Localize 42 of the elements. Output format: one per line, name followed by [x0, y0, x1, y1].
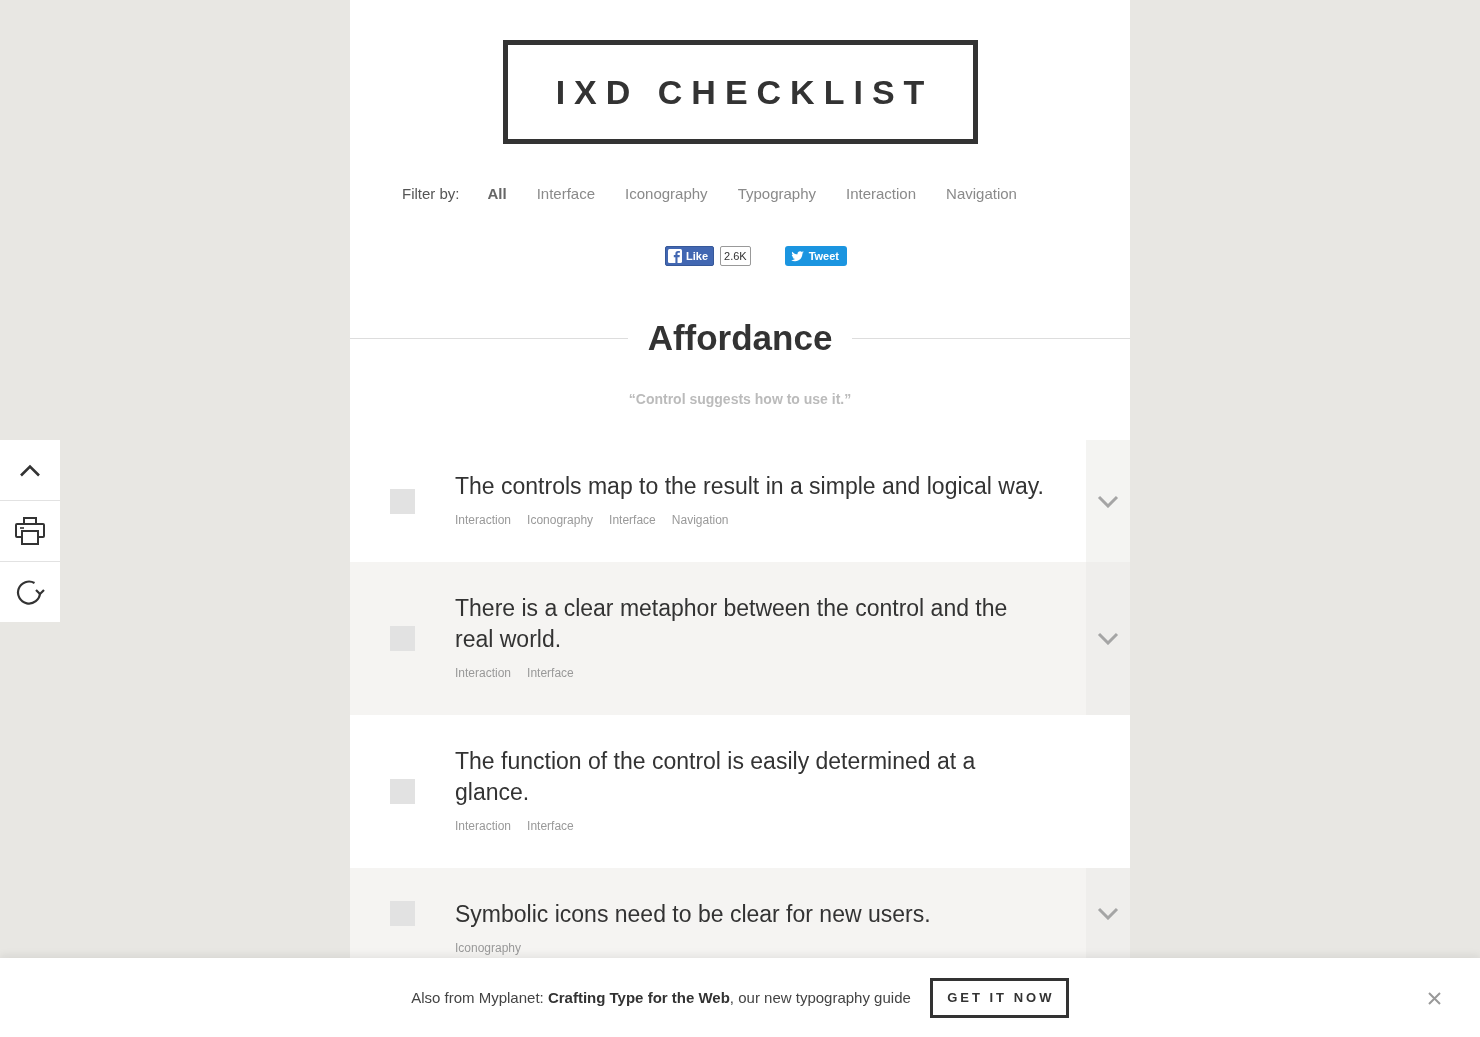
- item-text: The controls map to the result in a simple and logical way.: [455, 472, 1045, 501]
- filter-option[interactable]: Typography: [737, 184, 816, 204]
- like-count: 2.6K: [720, 246, 751, 266]
- site-title: IXD CHECKLIST: [502, 40, 978, 144]
- category-tag: Interaction: [455, 663, 512, 683]
- item-text: Symbolic icons need to be clear for new users.: [455, 900, 932, 929]
- chevron-up-icon: [19, 463, 41, 477]
- section-title: Affordance: [647, 317, 833, 359]
- category-tag: Interaction: [455, 816, 512, 836]
- expand-button[interactable]: [1086, 868, 1130, 958]
- category-tag: Iconography: [527, 510, 594, 530]
- expand-button[interactable]: [1086, 440, 1130, 562]
- chevron-down-icon: [1097, 494, 1119, 508]
- filter-option[interactable]: Interaction: [846, 184, 917, 204]
- checkbox[interactable]: [390, 779, 415, 804]
- close-icon: [1427, 991, 1441, 1005]
- filter-option[interactable]: All: [487, 184, 507, 204]
- item-text: The function of the control is easily determined at a glance.: [455, 747, 977, 807]
- category-tag: Interface: [527, 663, 574, 683]
- refresh-icon: [15, 578, 45, 606]
- category-tag: Navigation: [671, 510, 729, 530]
- checkbox[interactable]: [390, 488, 415, 514]
- filter-option[interactable]: Interface: [536, 184, 596, 204]
- item-text: There is a clear metaphor between the control and the real world.: [455, 594, 1009, 654]
- facebook-icon: [668, 249, 682, 263]
- category-tag: Iconography: [455, 938, 522, 958]
- tweet-button[interactable]: Tweet: [784, 246, 847, 266]
- expand-button[interactable]: [1086, 562, 1130, 715]
- promo-text: Also from Myplanet: Crafting Type for the Web, our new typography guide: [411, 989, 911, 1006]
- filter-option[interactable]: Iconography: [625, 184, 708, 204]
- filter-label: Filter by:: [402, 184, 460, 204]
- category-tag: Interface: [609, 510, 656, 530]
- bird-icon: [790, 250, 804, 262]
- filter-option[interactable]: Navigation: [946, 184, 1017, 204]
- cta-button[interactable]: GET IT NOW: [929, 977, 1069, 1018]
- category-tag: Interaction: [455, 510, 512, 530]
- chevron-down-icon: [1097, 632, 1119, 645]
- category-tag: Interface: [527, 816, 574, 836]
- like-button[interactable]: Like: [665, 246, 714, 266]
- printer-icon: [15, 517, 45, 545]
- section-quote: “Control suggests how to use it.”: [627, 390, 853, 409]
- chevron-down-icon: [1097, 906, 1119, 920]
